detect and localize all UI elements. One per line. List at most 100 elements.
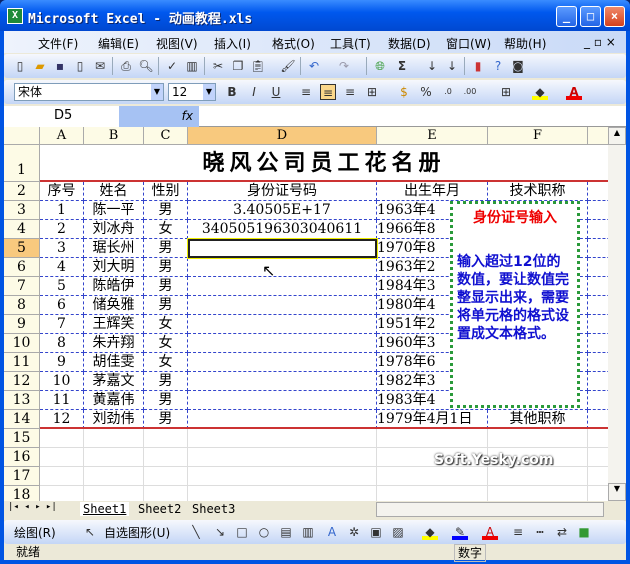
font-color-icon[interactable]: A	[566, 84, 582, 100]
table-cell[interactable]	[188, 258, 377, 277]
spelling-icon[interactable]: ✓	[164, 58, 180, 74]
table-cell[interactable]	[588, 201, 608, 220]
rectangle-icon[interactable]: □	[234, 524, 250, 540]
table-cell[interactable]: 9	[40, 353, 84, 372]
table-cell[interactable]	[188, 296, 377, 315]
table-cell[interactable]: 3	[40, 239, 84, 258]
undo-icon[interactable]: ↶	[306, 58, 322, 74]
shadow-icon[interactable]: ■	[576, 524, 592, 540]
table-cell[interactable]: 女	[144, 353, 188, 372]
table-cell[interactable]: 6	[40, 296, 84, 315]
empty-cell[interactable]	[488, 486, 588, 501]
column-header-c[interactable]: C	[144, 127, 188, 145]
redo-icon[interactable]: ↷	[336, 58, 352, 74]
maximize-button[interactable]: □	[580, 6, 601, 27]
autosum-icon[interactable]: Σ	[394, 58, 410, 74]
table-cell[interactable]: 男	[144, 239, 188, 258]
column-title-cell[interactable]: 身份证号码	[188, 182, 377, 201]
row-header-15[interactable]: 15	[4, 429, 40, 448]
row-header-3[interactable]: 3	[4, 201, 40, 220]
table-cell[interactable]	[188, 277, 377, 296]
table-cell[interactable]	[588, 372, 608, 391]
table-cell[interactable]	[588, 239, 608, 258]
currency-icon[interactable]: $	[396, 84, 412, 100]
autoshapes-menu[interactable]: 自选图形(U)	[104, 524, 170, 541]
menu-edit[interactable]: 编辑(E)	[98, 35, 139, 52]
menu-data[interactable]: 数据(D)	[388, 35, 431, 52]
table-cell[interactable]	[188, 372, 377, 391]
research-icon[interactable]: ▥	[184, 58, 200, 74]
hyperlink-icon[interactable]: 🌐︎	[372, 58, 388, 74]
table-cell[interactable]: 胡佳雯	[84, 353, 144, 372]
table-cell[interactable]: 陈皓伊	[84, 277, 144, 296]
table-cell[interactable]: 7	[40, 315, 84, 334]
arrow-icon[interactable]: ↘	[212, 524, 228, 540]
column-title-cell[interactable]: 技术职称	[488, 182, 588, 201]
empty-cell[interactable]	[588, 448, 608, 467]
draw-menu[interactable]: 绘图(R)	[14, 524, 56, 541]
empty-cell[interactable]	[188, 467, 377, 486]
row-header-10[interactable]: 10	[4, 334, 40, 353]
empty-cell[interactable]	[144, 429, 188, 448]
table-cell[interactable]: 女	[144, 315, 188, 334]
row-header-5[interactable]: 5	[4, 239, 40, 258]
tab-sheet3[interactable]: Sheet3	[192, 502, 235, 516]
oval-icon[interactable]: ○	[256, 524, 272, 540]
font-size-select[interactable]: 12 ▼	[168, 83, 216, 101]
row-header-6[interactable]: 6	[4, 258, 40, 277]
empty-cell[interactable]	[377, 486, 488, 501]
table-cell[interactable]	[588, 277, 608, 296]
table-cell[interactable]: 10	[40, 372, 84, 391]
empty-cell[interactable]	[188, 448, 377, 467]
empty-cell[interactable]	[588, 467, 608, 486]
table-cell[interactable]: 11	[40, 391, 84, 410]
borders-icon[interactable]: ⊞	[498, 84, 514, 100]
empty-cell[interactable]	[144, 486, 188, 501]
line-style-icon[interactable]: ≡	[510, 524, 526, 540]
table-cell[interactable]: 8	[40, 334, 84, 353]
empty-cell[interactable]	[144, 448, 188, 467]
empty-cell[interactable]	[377, 467, 488, 486]
table-cell[interactable]: 2	[40, 220, 84, 239]
menu-view[interactable]: 视图(V)	[156, 35, 198, 52]
row-header-11[interactable]: 11	[4, 353, 40, 372]
row-header-2[interactable]: 2	[4, 182, 40, 201]
format-painter-icon[interactable]: 🖌︎	[280, 58, 296, 74]
sort-descending-icon[interactable]: ↓	[444, 58, 460, 74]
column-header-e[interactable]: E	[377, 127, 488, 145]
column-title-cell[interactable]: 备	[588, 182, 608, 201]
merge-center-icon[interactable]: ⊞	[364, 84, 380, 100]
menu-insert[interactable]: 插入(I)	[214, 35, 251, 52]
column-header-a[interactable]: A	[40, 127, 84, 145]
email-icon[interactable]: ✉	[92, 58, 108, 74]
table-cell[interactable]: 男	[144, 277, 188, 296]
row-header-9[interactable]: 9	[4, 315, 40, 334]
table-cell[interactable]: 3.40505E+17	[188, 201, 377, 220]
table-cell[interactable]: 女	[144, 334, 188, 353]
tab-sheet1[interactable]: Sheet1	[80, 502, 130, 516]
print-icon[interactable]: ⎙	[118, 58, 134, 74]
menu-tools[interactable]: 工具(T)	[330, 35, 371, 52]
fill-color-icon[interactable]: ◆	[422, 524, 438, 540]
clipart-icon[interactable]: ▣	[368, 524, 384, 540]
name-box[interactable]: D5	[4, 106, 119, 127]
worksheet-grid[interactable]: ABCDEFG123456789101112131415161718序号姓名性别…	[4, 127, 608, 501]
table-cell[interactable]: 琚长州	[84, 239, 144, 258]
table-cell[interactable]	[588, 315, 608, 334]
table-cell[interactable]	[588, 334, 608, 353]
row-header-16[interactable]: 16	[4, 448, 40, 467]
copy-icon[interactable]: ❐	[230, 58, 246, 74]
vertical-scrollbar[interactable]: ▲ ▼	[608, 127, 626, 501]
table-cell[interactable]	[188, 334, 377, 353]
table-cell[interactable]: 储奂雅	[84, 296, 144, 315]
sort-ascending-icon[interactable]: ↓	[424, 58, 440, 74]
help-icon[interactable]: ?	[490, 58, 506, 74]
menu-window[interactable]: 窗口(W)	[446, 35, 491, 52]
empty-cell[interactable]	[84, 486, 144, 501]
empty-cell[interactable]	[588, 486, 608, 501]
table-cell[interactable]: 男	[144, 296, 188, 315]
cut-icon[interactable]: ✂	[210, 58, 226, 74]
empty-cell[interactable]	[488, 429, 588, 448]
empty-cell[interactable]	[40, 486, 84, 501]
column-title-cell[interactable]: 性别	[144, 182, 188, 201]
